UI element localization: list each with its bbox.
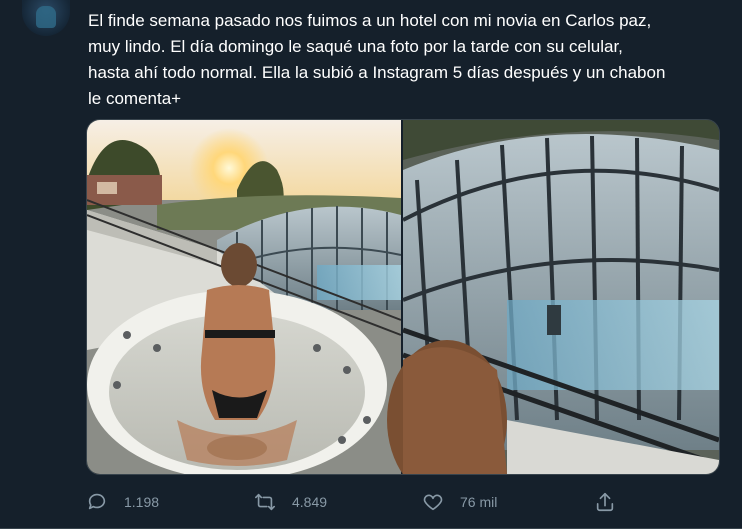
tweet-actions: 1.198 4.849 76 mil — [86, 488, 626, 516]
share-icon — [594, 491, 616, 513]
tweet-text: El finde semana pasado nos fuimos a un h… — [88, 11, 666, 108]
share-button[interactable] — [594, 488, 616, 516]
tweet-media[interactable] — [86, 119, 720, 475]
photo-jacuzzi — [87, 120, 402, 474]
heart-icon — [422, 491, 444, 513]
like-count: 76 mil — [460, 494, 498, 510]
media-photos — [87, 120, 719, 474]
user-avatar[interactable] — [22, 0, 70, 36]
reply-button[interactable]: 1.198 — [86, 488, 159, 516]
reply-count: 1.198 — [124, 494, 160, 510]
retweet-button[interactable]: 4.849 — [254, 488, 327, 516]
comment-icon — [86, 491, 108, 513]
retweet-icon — [254, 491, 276, 513]
like-button[interactable]: 76 mil — [422, 488, 497, 516]
retweet-count: 4.849 — [292, 494, 328, 510]
photo-zoomed-dome — [387, 120, 719, 474]
